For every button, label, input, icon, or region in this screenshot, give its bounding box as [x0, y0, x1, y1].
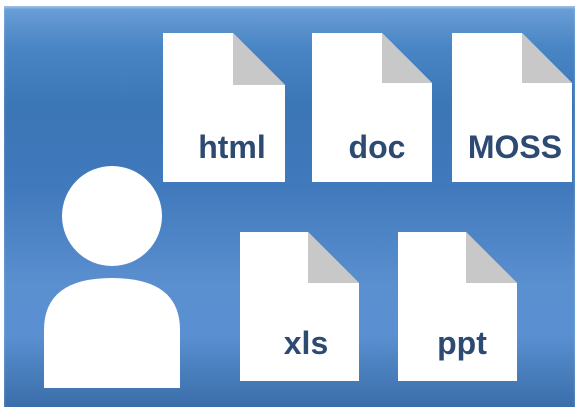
- diagram-svg: html doc MOSS xls ppt: [44, 33, 572, 388]
- file-icon-ppt: ppt: [398, 232, 517, 381]
- file-label-ppt: ppt: [437, 325, 487, 361]
- file-label-xls: xls: [284, 325, 328, 361]
- file-icon-html: html: [163, 33, 285, 182]
- file-icon-doc: doc: [312, 33, 432, 182]
- diagram-canvas: html doc MOSS xls ppt: [0, 0, 575, 407]
- file-label-doc: doc: [349, 129, 406, 165]
- file-icon-xls: xls: [240, 232, 359, 381]
- user-icon: [44, 166, 180, 388]
- file-icon-moss: MOSS: [452, 33, 572, 182]
- file-label-moss: MOSS: [468, 129, 562, 165]
- file-label-html: html: [198, 129, 266, 165]
